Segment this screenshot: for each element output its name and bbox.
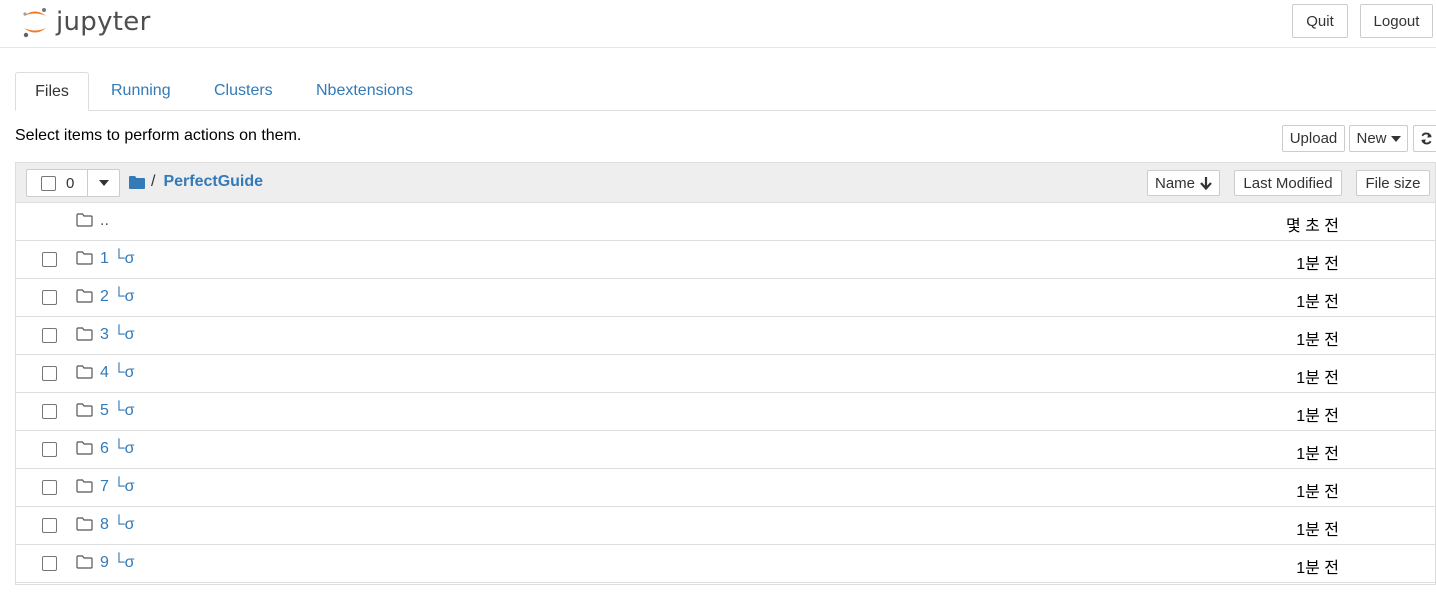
- item-checkbox[interactable]: [42, 442, 57, 457]
- file-list: 0 / PerfectGuide Name Last Modified File…: [15, 162, 1436, 585]
- last-modified: 1분 전: [1296, 446, 1339, 463]
- selected-count: 0: [66, 174, 75, 192]
- parent-dir-row[interactable]: .. 몇 초 전: [16, 203, 1435, 241]
- last-modified: 1분 전: [1296, 522, 1339, 539]
- file-list-item[interactable]: 5 └σ 1분 전: [16, 393, 1435, 431]
- refresh-button[interactable]: [1413, 125, 1436, 152]
- folder-link[interactable]: 8 └σ: [100, 516, 135, 534]
- tab-nbextensions[interactable]: Nbextensions: [316, 72, 413, 110]
- folder-icon: [76, 289, 93, 303]
- last-modified: 1분 전: [1296, 370, 1339, 387]
- item-checkbox[interactable]: [42, 366, 57, 381]
- file-list-header: 0 / PerfectGuide Name Last Modified File…: [16, 163, 1435, 203]
- item-checkbox[interactable]: [42, 518, 57, 533]
- file-list-item[interactable]: 7 └σ 1분 전: [16, 469, 1435, 507]
- upload-button[interactable]: Upload: [1282, 125, 1345, 152]
- folder-link[interactable]: 3 └σ: [100, 326, 135, 344]
- item-checkbox[interactable]: [42, 328, 57, 343]
- arrow-down-icon: [1200, 176, 1212, 190]
- sort-by-size-button[interactable]: File size: [1356, 170, 1430, 196]
- jupyter-logo[interactable]: jupyter: [20, 4, 151, 40]
- refresh-icon: [1420, 132, 1432, 145]
- folder-icon: [76, 479, 93, 493]
- parent-dir-link[interactable]: ..: [100, 212, 109, 230]
- file-list-item[interactable]: 4 └σ 1분 전: [16, 355, 1435, 393]
- selection-hint: Select items to perform actions on them.: [15, 127, 302, 144]
- item-checkbox[interactable]: [42, 252, 57, 267]
- breadcrumb-current-dir[interactable]: PerfectGuide: [163, 173, 263, 191]
- folder-icon: [76, 441, 93, 455]
- select-all-control[interactable]: 0: [27, 170, 88, 196]
- last-modified: 1분 전: [1296, 294, 1339, 311]
- file-list-item[interactable]: 6 └σ 1분 전: [16, 431, 1435, 469]
- last-modified: 몇 초 전: [1285, 218, 1339, 235]
- folder-icon: [76, 213, 93, 227]
- folder-icon: [76, 365, 93, 379]
- caret-down-icon: [1390, 135, 1401, 142]
- file-list-item[interactable]: 9 └σ 1분 전: [16, 545, 1435, 583]
- folder-link[interactable]: 9 └σ: [100, 554, 135, 572]
- folder-solid-icon[interactable]: [129, 175, 145, 189]
- quit-button[interactable]: Quit: [1292, 4, 1348, 38]
- tab-files[interactable]: Files: [15, 72, 89, 111]
- breadcrumb-separator: /: [151, 173, 156, 190]
- last-modified: 1분 전: [1296, 484, 1339, 501]
- folder-icon: [76, 327, 93, 341]
- last-modified: 1분 전: [1296, 256, 1339, 273]
- item-checkbox[interactable]: [42, 480, 57, 495]
- folder-link[interactable]: 2 └σ: [100, 288, 135, 306]
- item-checkbox[interactable]: [42, 290, 57, 305]
- folder-link[interactable]: 1 └σ: [100, 250, 135, 268]
- item-checkbox[interactable]: [42, 556, 57, 571]
- logo-text: jupyter: [56, 7, 151, 37]
- item-checkbox[interactable]: [42, 404, 57, 419]
- sort-name-label: Name: [1154, 174, 1195, 192]
- new-button[interactable]: New: [1349, 125, 1408, 152]
- tab-clusters[interactable]: Clusters: [214, 72, 273, 110]
- folder-link[interactable]: 7 └σ: [100, 478, 135, 496]
- folder-icon: [76, 251, 93, 265]
- tab-running[interactable]: Running: [111, 72, 171, 110]
- last-modified: 1분 전: [1296, 408, 1339, 425]
- tab-bar: Files Running Clusters Nbextensions: [15, 72, 1436, 111]
- header-bar: jupyter Quit Logout: [0, 0, 1436, 48]
- new-button-label: New: [1356, 130, 1387, 147]
- breadcrumb: / PerfectGuide: [129, 173, 263, 191]
- last-modified: 1분 전: [1296, 332, 1339, 349]
- folder-icon: [76, 517, 93, 531]
- select-all-group: 0: [26, 169, 120, 197]
- file-list-item[interactable]: 1 └σ 1분 전: [16, 241, 1435, 279]
- select-menu-dropdown[interactable]: [88, 170, 119, 196]
- file-list-item[interactable]: 2 └σ 1분 전: [16, 279, 1435, 317]
- select-all-checkbox[interactable]: [41, 175, 56, 191]
- file-list-item[interactable]: 3 └σ 1분 전: [16, 317, 1435, 355]
- jupyter-logo-icon: [23, 8, 46, 38]
- folder-link[interactable]: 4 └σ: [100, 364, 135, 382]
- caret-down-icon: [98, 180, 109, 186]
- sort-by-name-button[interactable]: Name: [1147, 170, 1220, 196]
- folder-link[interactable]: 5 └σ: [100, 402, 135, 420]
- folder-icon: [76, 403, 93, 417]
- last-modified: 1분 전: [1296, 560, 1339, 577]
- folder-link[interactable]: 6 └σ: [100, 440, 135, 458]
- logout-button[interactable]: Logout: [1360, 4, 1433, 38]
- file-list-item[interactable]: 8 └σ 1분 전: [16, 507, 1435, 545]
- folder-icon: [76, 555, 93, 569]
- sort-by-modified-button[interactable]: Last Modified: [1234, 170, 1342, 196]
